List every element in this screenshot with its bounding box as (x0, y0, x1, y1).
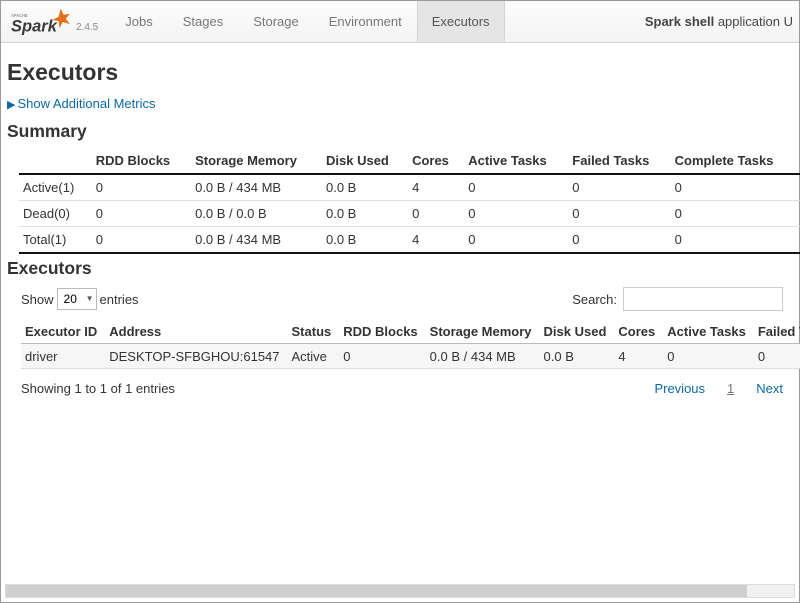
cell: driver (21, 344, 105, 369)
app-name-rest: application U (714, 14, 793, 29)
search-label: Search: (572, 292, 617, 307)
cell: 0 (339, 344, 425, 369)
cell: 0 (464, 174, 568, 201)
summary-col-cores[interactable]: Cores (408, 148, 464, 174)
cell: 0.0 B (540, 344, 615, 369)
tab-storage[interactable]: Storage (238, 1, 314, 42)
summary-col-failed-tasks[interactable]: Failed Tasks (568, 148, 670, 174)
cell: 4 (408, 174, 464, 201)
cell: 0 (92, 174, 191, 201)
exec-col-id[interactable]: Executor ID (21, 319, 105, 344)
table-row: Dead(0)00.0 B / 0.0 B0.0 B00000 (19, 201, 800, 227)
exec-col-rdd-blocks[interactable]: RDD Blocks (339, 319, 425, 344)
pager-next[interactable]: Next (756, 381, 783, 396)
tab-stages[interactable]: Stages (168, 1, 238, 42)
cell: 0 (754, 344, 800, 369)
table-controls: Show 20 entries Search: (21, 287, 800, 311)
exec-col-status[interactable]: Status (288, 319, 340, 344)
summary-header-row: RDD Blocks Storage Memory Disk Used Core… (19, 148, 800, 174)
cell: 0 (92, 201, 191, 227)
summary-heading: Summary (7, 121, 800, 142)
summary-col-rdd-blocks[interactable]: RDD Blocks (92, 148, 191, 174)
cell: 0 (671, 174, 798, 201)
app-name-bold: Spark shell (645, 14, 714, 29)
cell: 0 (568, 201, 670, 227)
cell: 0 (92, 227, 191, 254)
cell: 0.0 B / 434 MB (191, 174, 322, 201)
table-row: driverDESKTOP-SFBGHOU:61547Active00.0 B … (21, 344, 800, 369)
cell: 0.0 B (322, 174, 408, 201)
cell: 4 (408, 227, 464, 254)
pager-previous[interactable]: Previous (654, 381, 705, 396)
brand-version: 2.4.5 (76, 22, 98, 33)
pager-page-1[interactable]: 1 (723, 381, 738, 396)
scrollbar-thumb[interactable] (6, 585, 747, 597)
page-title: Executors (7, 59, 800, 86)
horizontal-scrollbar[interactable] (5, 584, 795, 598)
cell: Active (288, 344, 340, 369)
cell: 0 (464, 227, 568, 254)
summary-col-blank[interactable] (19, 148, 92, 174)
app-name[interactable]: Spark shell application U (645, 14, 793, 29)
summary-col-complete-tasks[interactable]: Complete Tasks (671, 148, 798, 174)
exec-col-active-tasks[interactable]: Active Tasks (663, 319, 754, 344)
cell: 0.0 B / 434 MB (191, 227, 322, 254)
cell: 0 (671, 201, 798, 227)
search-input[interactable] (623, 287, 783, 311)
summary-col-disk-used[interactable]: Disk Used (322, 148, 408, 174)
show-label-pre: Show (21, 292, 54, 307)
table-footer: Showing 1 to 1 of 1 entries Previous 1 N… (21, 381, 800, 396)
exec-col-cores[interactable]: Cores (614, 319, 663, 344)
row-label: Active(1) (19, 174, 92, 201)
table-row: Active(1)00.0 B / 434 MB0.0 B40000 (19, 174, 800, 201)
page-size-select[interactable]: 20 (57, 288, 97, 310)
table-row: Total(1)00.0 B / 434 MB0.0 B40000 (19, 227, 800, 254)
show-additional-metrics-link[interactable]: ▶Show Additional Metrics (7, 96, 155, 111)
summary-col-active-tasks[interactable]: Active Tasks (464, 148, 568, 174)
cell: 0 (464, 201, 568, 227)
row-label: Total(1) (19, 227, 92, 254)
collapse-link-label: Show Additional Metrics (17, 96, 155, 111)
executors-heading: Executors (7, 258, 800, 279)
summary-col-storage-memory[interactable]: Storage Memory (191, 148, 322, 174)
svg-text:Spark: Spark (11, 16, 58, 35)
table-info: Showing 1 to 1 of 1 entries (21, 381, 175, 396)
cell: 0 (671, 227, 798, 254)
tab-environment[interactable]: Environment (314, 1, 417, 42)
nav-tabs: Jobs Stages Storage Environment Executor… (110, 1, 504, 42)
brand[interactable]: APACHE Spark 2.4.5 (11, 7, 98, 37)
executors-header-row: Executor ID Address Status RDD Blocks St… (21, 319, 800, 344)
executors-table: Executor ID Address Status RDD Blocks St… (21, 319, 800, 369)
cell: 4 (614, 344, 663, 369)
caret-right-icon: ▶ (7, 99, 15, 111)
exec-col-disk-used[interactable]: Disk Used (540, 319, 615, 344)
spark-logo-icon: APACHE Spark (11, 7, 73, 37)
navbar: APACHE Spark 2.4.5 Jobs Stages Storage E… (1, 1, 799, 43)
show-label-post: entries (100, 292, 139, 307)
summary-table: RDD Blocks Storage Memory Disk Used Core… (19, 148, 800, 254)
exec-col-storage-memory[interactable]: Storage Memory (426, 319, 540, 344)
exec-col-address[interactable]: Address (105, 319, 287, 344)
cell: DESKTOP-SFBGHOU:61547 (105, 344, 287, 369)
tab-jobs[interactable]: Jobs (110, 1, 167, 42)
cell: 0.0 B (322, 201, 408, 227)
cell: 0.0 B / 0.0 B (191, 201, 322, 227)
row-label: Dead(0) (19, 201, 92, 227)
tab-executors[interactable]: Executors (417, 1, 505, 42)
cell: 0 (663, 344, 754, 369)
cell: 0 (568, 174, 670, 201)
exec-col-failed-tasks[interactable]: Failed Tasks (754, 319, 800, 344)
cell: 0 (408, 201, 464, 227)
cell: 0.0 B / 434 MB (426, 344, 540, 369)
content: Executors ▶Show Additional Metrics Summa… (1, 43, 800, 396)
cell: 0 (568, 227, 670, 254)
cell: 0.0 B (322, 227, 408, 254)
pager: Previous 1 Next (654, 381, 783, 396)
